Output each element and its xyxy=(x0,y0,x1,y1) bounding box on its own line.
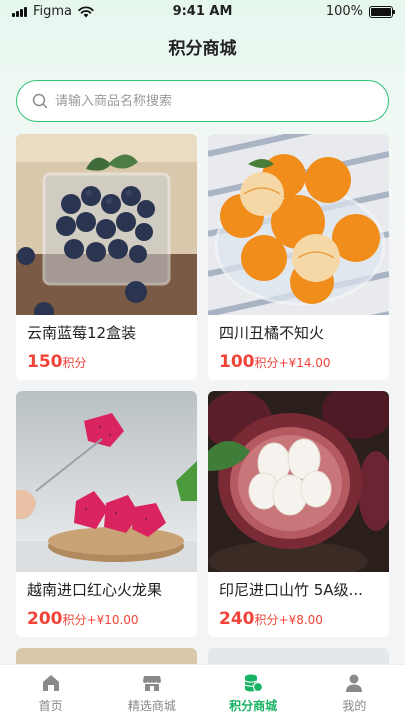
product-card-partial[interactable] xyxy=(208,648,389,664)
price-points: 150 xyxy=(27,352,63,372)
tab-bar: 首页 精选商城 积分商城 我的 xyxy=(0,664,405,720)
price-points: 240 xyxy=(219,609,255,629)
price-points-unit: 积分 xyxy=(62,613,87,627)
home-icon xyxy=(42,675,59,691)
battery-percent: 100% xyxy=(325,4,363,19)
tab-points-mall[interactable]: 积分商城 xyxy=(203,665,304,720)
product-price: 150积分 xyxy=(27,352,87,372)
price-cash: +¥8.00 xyxy=(278,613,323,627)
product-name: 印尼进口山竹 5A级... xyxy=(219,581,363,599)
product-image xyxy=(16,134,197,315)
product-name: 云南蓝莓12盒装 xyxy=(27,324,137,342)
product-card-partial[interactable] xyxy=(16,648,197,664)
price-points-unit: 积分 xyxy=(254,356,279,370)
product-card[interactable]: 云南蓝莓12盒装 150积分 xyxy=(16,134,197,380)
product-grid: 云南蓝莓12盒装 150积分 四川丑橘不知火 100积分+¥14.00 越南进口… xyxy=(16,134,389,664)
product-price: 240积分+¥8.00 xyxy=(219,609,323,629)
tab-profile[interactable]: 我的 xyxy=(304,665,405,720)
tab-label: 精选商城 xyxy=(127,699,176,713)
product-image xyxy=(208,391,389,572)
price-points: 100 xyxy=(219,352,255,372)
product-name: 四川丑橘不知火 xyxy=(219,324,325,342)
tab-label: 首页 xyxy=(38,699,63,713)
price-cash: +¥14.00 xyxy=(278,356,331,370)
search-input[interactable] xyxy=(55,93,355,109)
search-icon xyxy=(32,93,48,109)
product-image xyxy=(208,648,389,664)
product-card[interactable]: 越南进口红心火龙果 200积分+¥10.00 xyxy=(16,391,197,637)
product-image xyxy=(16,648,197,664)
price-cash: +¥10.00 xyxy=(86,613,139,627)
product-price: 100积分+¥14.00 xyxy=(219,352,331,372)
battery-icon xyxy=(369,5,395,18)
product-card[interactable]: 四川丑橘不知火 100积分+¥14.00 xyxy=(208,134,389,380)
coins-icon xyxy=(244,674,264,693)
price-points-unit: 积分 xyxy=(62,356,87,370)
status-right: 100% xyxy=(325,4,395,19)
page-title: 积分商城 xyxy=(168,39,237,59)
tab-home[interactable]: 首页 xyxy=(0,665,101,720)
product-image xyxy=(208,134,389,315)
status-bar: Figma 9:41 AM 100% xyxy=(0,0,405,24)
product-image xyxy=(16,391,197,572)
tab-store[interactable]: 精选商城 xyxy=(101,665,202,720)
product-card[interactable]: 印尼进口山竹 5A级... 240积分+¥8.00 xyxy=(208,391,389,637)
store-icon xyxy=(142,676,161,691)
product-price: 200积分+¥10.00 xyxy=(27,609,139,629)
tab-label: 积分商城 xyxy=(229,699,278,713)
user-icon xyxy=(346,674,363,692)
tab-label: 我的 xyxy=(342,699,367,713)
product-name: 越南进口红心火龙果 xyxy=(27,581,163,599)
price-points-unit: 积分 xyxy=(254,613,279,627)
search-bar[interactable] xyxy=(16,80,389,122)
price-points: 200 xyxy=(27,609,63,629)
